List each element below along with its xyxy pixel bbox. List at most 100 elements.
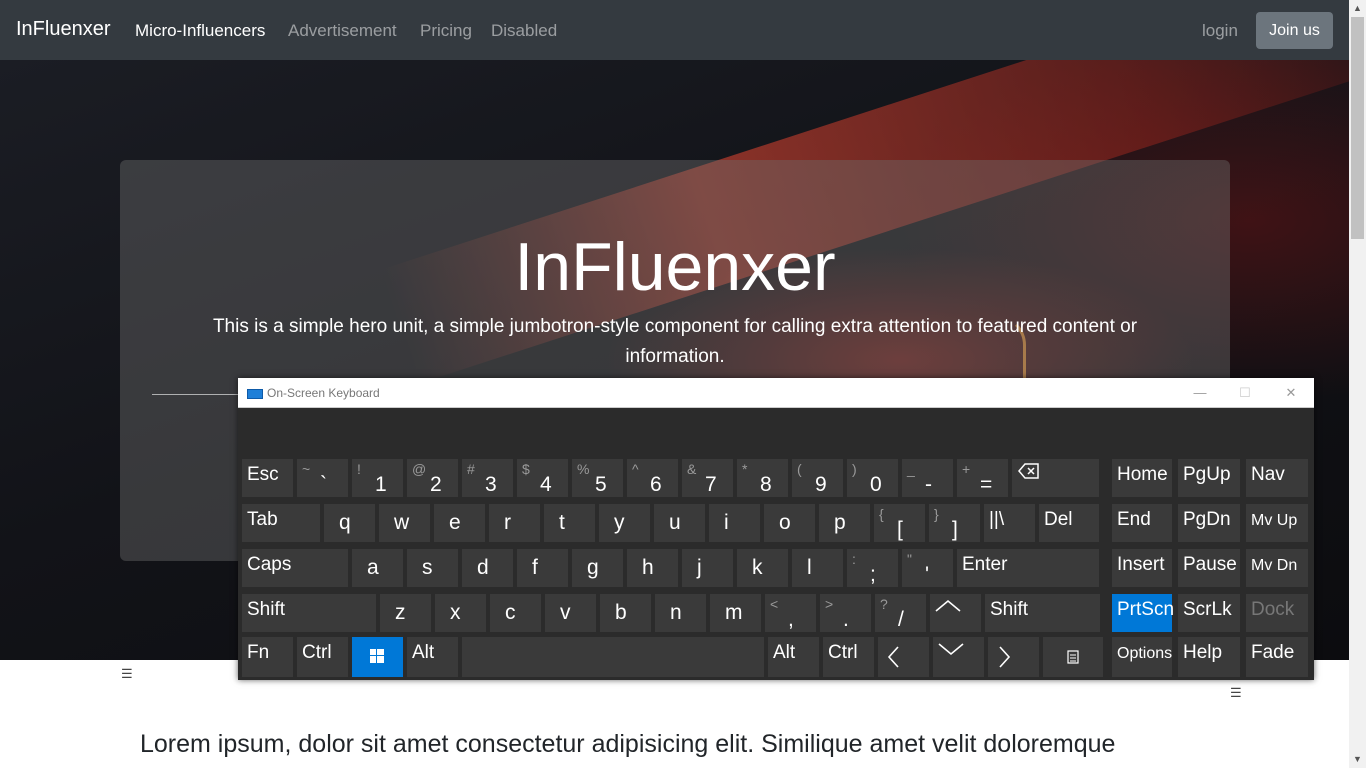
key-g[interactable]: g [572, 549, 623, 587]
key-8[interactable]: * 8 [737, 459, 788, 497]
key-m[interactable]: m [710, 594, 761, 632]
key-3[interactable]: #3 [462, 459, 513, 497]
page-scrollbar[interactable]: ▲ ▼ [1349, 0, 1366, 768]
scroll-thumb[interactable] [1351, 17, 1364, 239]
key-alt[interactable]: Alt [768, 637, 819, 677]
key-d[interactable]: d [462, 549, 513, 587]
key-2[interactable]: @2 [407, 459, 458, 497]
key-arrow-left[interactable] [878, 637, 929, 677]
minimize-button[interactable]: — [1177, 378, 1223, 407]
key-alt[interactable]: Alt [407, 637, 458, 677]
key-backspace[interactable] [1012, 459, 1099, 497]
key-shift[interactable]: Shift [985, 594, 1100, 632]
key-insert[interactable]: Insert [1112, 549, 1172, 587]
key-mv-up[interactable]: Mv Up [1246, 504, 1308, 542]
nav-link-micro-influencers[interactable]: Micro-Influencers [135, 21, 265, 41]
navbar-brand[interactable]: InFluenxer [16, 18, 111, 41]
key-4[interactable]: $4 [517, 459, 568, 497]
key-period[interactable]: >. [820, 594, 871, 632]
key-e[interactable]: e [434, 504, 485, 542]
key-home[interactable]: Home [1112, 459, 1172, 497]
hero-lead: This is a simple hero unit, a simple jum… [212, 316, 1138, 367]
key-tab[interactable]: Tab [242, 504, 320, 542]
key-del[interactable]: Del [1039, 504, 1099, 542]
key-arrow-right[interactable] [988, 637, 1039, 677]
key-end[interactable]: End [1112, 504, 1172, 542]
key-v[interactable]: v [545, 594, 596, 632]
key-c[interactable]: c [490, 594, 541, 632]
key-pause[interactable]: Pause [1178, 549, 1240, 587]
key-mv-dn[interactable]: Mv Dn [1246, 549, 1308, 587]
key-pgdn[interactable]: PgDn [1178, 504, 1240, 542]
key-fn[interactable]: Fn [242, 637, 293, 677]
key-key[interactable]: ||\ [984, 504, 1035, 542]
key-menu[interactable] [1043, 637, 1103, 677]
key-6[interactable]: ^ 6 [627, 459, 678, 497]
scroll-up-arrow-icon[interactable]: ▲ [1349, 0, 1366, 17]
key-1[interactable]: ! 1 [352, 459, 403, 497]
key-space[interactable] [462, 637, 764, 677]
list-toggle-icon[interactable]: ☰ [121, 666, 133, 682]
key-ctrl[interactable]: Ctrl [823, 637, 874, 677]
key-fade[interactable]: Fade [1246, 637, 1308, 677]
key-u[interactable]: u [654, 504, 705, 542]
key-h[interactable]: h [627, 549, 678, 587]
key-9[interactable]: (9 [792, 459, 843, 497]
osk-titlebar[interactable]: On-Screen Keyboard — ☐ ✕ [238, 378, 1314, 408]
key-p[interactable]: p [819, 504, 870, 542]
key-quote[interactable]: " ' [902, 549, 953, 587]
key-prtscn[interactable]: PrtScn [1112, 594, 1174, 632]
key-minus[interactable]: _ - [902, 459, 953, 497]
key-tilde[interactable]: ~ ` [297, 459, 348, 497]
key-f[interactable]: f [517, 549, 568, 587]
key-nav[interactable]: Nav [1246, 459, 1308, 497]
key-arrow-up[interactable] [930, 594, 981, 632]
key-windows[interactable] [352, 637, 403, 677]
key-i[interactable]: i [709, 504, 760, 542]
key-esc[interactable]: Esc [242, 459, 293, 497]
key-0[interactable]: ) 0 [847, 459, 898, 497]
key-open-bracket[interactable]: {[ [874, 504, 925, 542]
key-slash[interactable]: ? / [875, 594, 926, 632]
key-comma[interactable]: <, [765, 594, 816, 632]
key-r[interactable]: r [489, 504, 540, 542]
key-a[interactable]: a [352, 549, 403, 587]
key-7[interactable]: & 7 [682, 459, 733, 497]
key-label: Insert [1117, 554, 1165, 575]
key-l[interactable]: l [792, 549, 843, 587]
arrow-up-icon [935, 599, 961, 612]
key-t[interactable]: t [544, 504, 595, 542]
key-x[interactable]: x [435, 594, 486, 632]
key-semicolon[interactable]: :; [847, 549, 898, 587]
key-arrow-down[interactable] [933, 637, 984, 677]
key-options[interactable]: Options [1112, 637, 1172, 677]
list-toggle-icon-right[interactable]: ☰ [1230, 685, 1242, 701]
key-b[interactable]: b [600, 594, 651, 632]
key-s[interactable]: s [407, 549, 458, 587]
key-main-label: 4 [540, 473, 552, 496]
key-y[interactable]: y [599, 504, 650, 542]
key-n[interactable]: n [655, 594, 706, 632]
key-shift[interactable]: Shift [242, 594, 376, 632]
key-close-bracket[interactable]: }] [929, 504, 980, 542]
key-pgup[interactable]: PgUp [1178, 459, 1240, 497]
key-equals[interactable]: + = [957, 459, 1008, 497]
key-o[interactable]: o [764, 504, 815, 542]
login-link[interactable]: login [1202, 21, 1238, 41]
key-z[interactable]: z [380, 594, 431, 632]
join-us-button[interactable]: Join us [1256, 12, 1333, 49]
key-5[interactable]: % 5 [572, 459, 623, 497]
key-scrlk[interactable]: ScrLk [1178, 594, 1240, 632]
key-k[interactable]: k [737, 549, 788, 587]
nav-link-pricing[interactable]: Pricing [420, 21, 472, 41]
key-help[interactable]: Help [1178, 637, 1240, 677]
close-button[interactable]: ✕ [1268, 378, 1314, 407]
nav-link-advertisement[interactable]: Advertisement [288, 21, 397, 41]
key-enter[interactable]: Enter [957, 549, 1099, 587]
key-caps[interactable]: Caps [242, 549, 348, 587]
key-ctrl[interactable]: Ctrl [297, 637, 348, 677]
key-q[interactable]: q [324, 504, 375, 542]
scroll-down-arrow-icon[interactable]: ▼ [1349, 751, 1366, 768]
key-w[interactable]: w [379, 504, 430, 542]
key-j[interactable]: j [682, 549, 733, 587]
